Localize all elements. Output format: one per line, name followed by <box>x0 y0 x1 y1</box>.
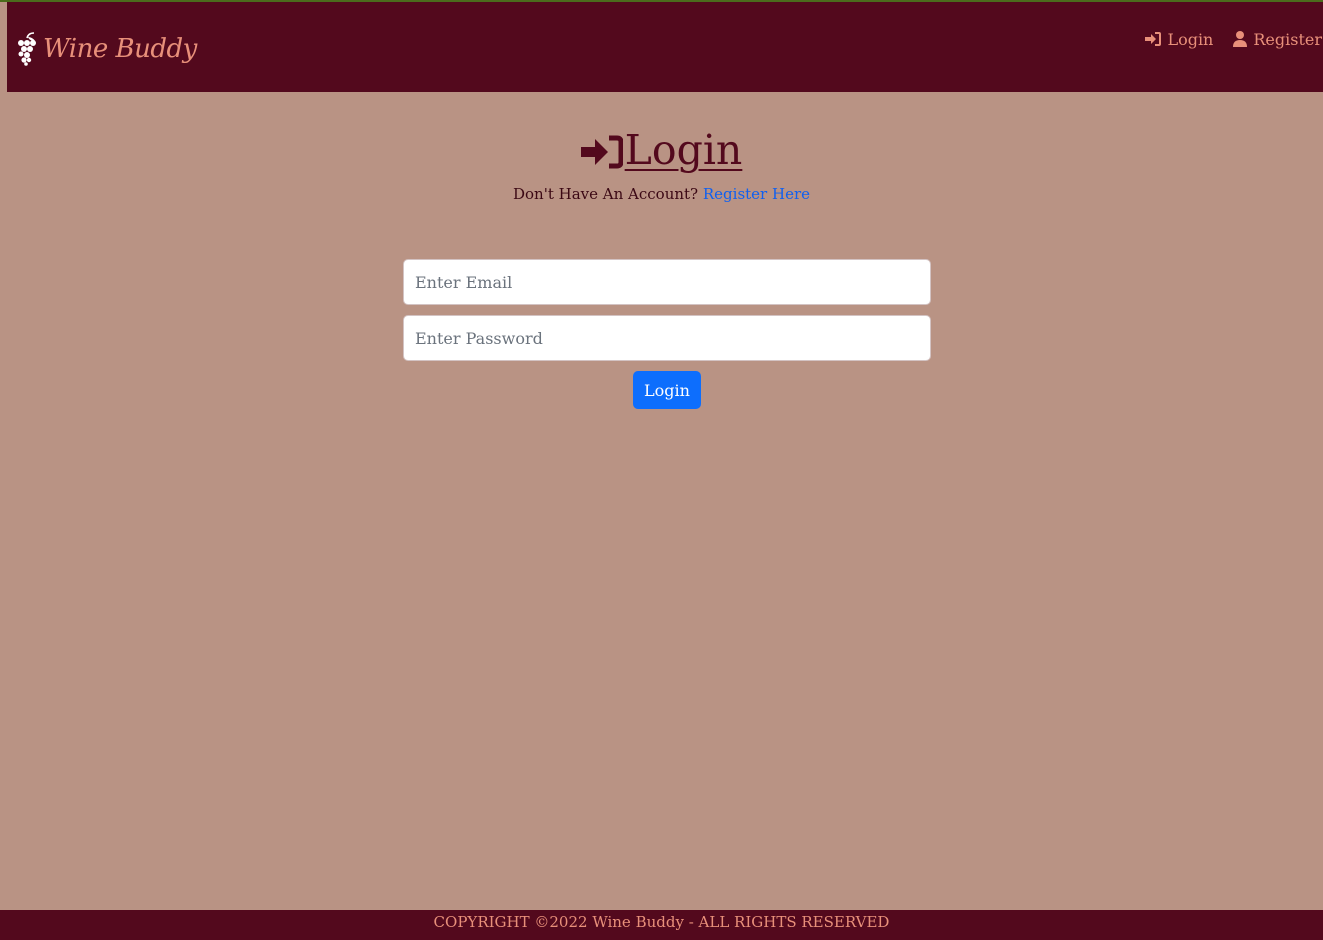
user-icon <box>1233 31 1248 47</box>
register-here-link[interactable]: Register Here <box>703 185 810 203</box>
nav-login-label: Login <box>1167 29 1214 49</box>
password-input[interactable] <box>403 315 931 361</box>
grapes-icon <box>18 32 36 66</box>
brand-name: Wine Buddy <box>43 34 197 64</box>
navbar: Wine Buddy Login Register <box>7 2 1323 92</box>
login-button[interactable]: Login <box>633 371 701 409</box>
footer: COPYRIGHT ©2022 Wine Buddy - ALL RIGHTS … <box>0 910 1323 940</box>
login-heading: Login <box>0 122 1323 178</box>
register-prompt: Don't Have An Account? Register Here <box>0 185 1323 203</box>
register-prompt-text: Don't Have An Account? <box>512 185 699 203</box>
nav-register-link[interactable]: Register <box>1233 30 1322 49</box>
sign-in-icon <box>1145 32 1162 46</box>
nav-login-link[interactable]: Login <box>1145 30 1213 49</box>
sign-in-icon <box>580 135 623 169</box>
brand-link[interactable]: Wine Buddy <box>15 29 197 69</box>
page: Wine Buddy Login Register Login Don't Ha… <box>0 0 1323 940</box>
email-input[interactable] <box>403 259 931 305</box>
copyright-text: COPYRIGHT ©2022 Wine Buddy - ALL RIGHTS … <box>433 913 890 931</box>
page-title: Login <box>624 126 743 174</box>
nav-register-label: Register <box>1253 29 1322 49</box>
nav-links: Login Register <box>1145 28 1322 50</box>
